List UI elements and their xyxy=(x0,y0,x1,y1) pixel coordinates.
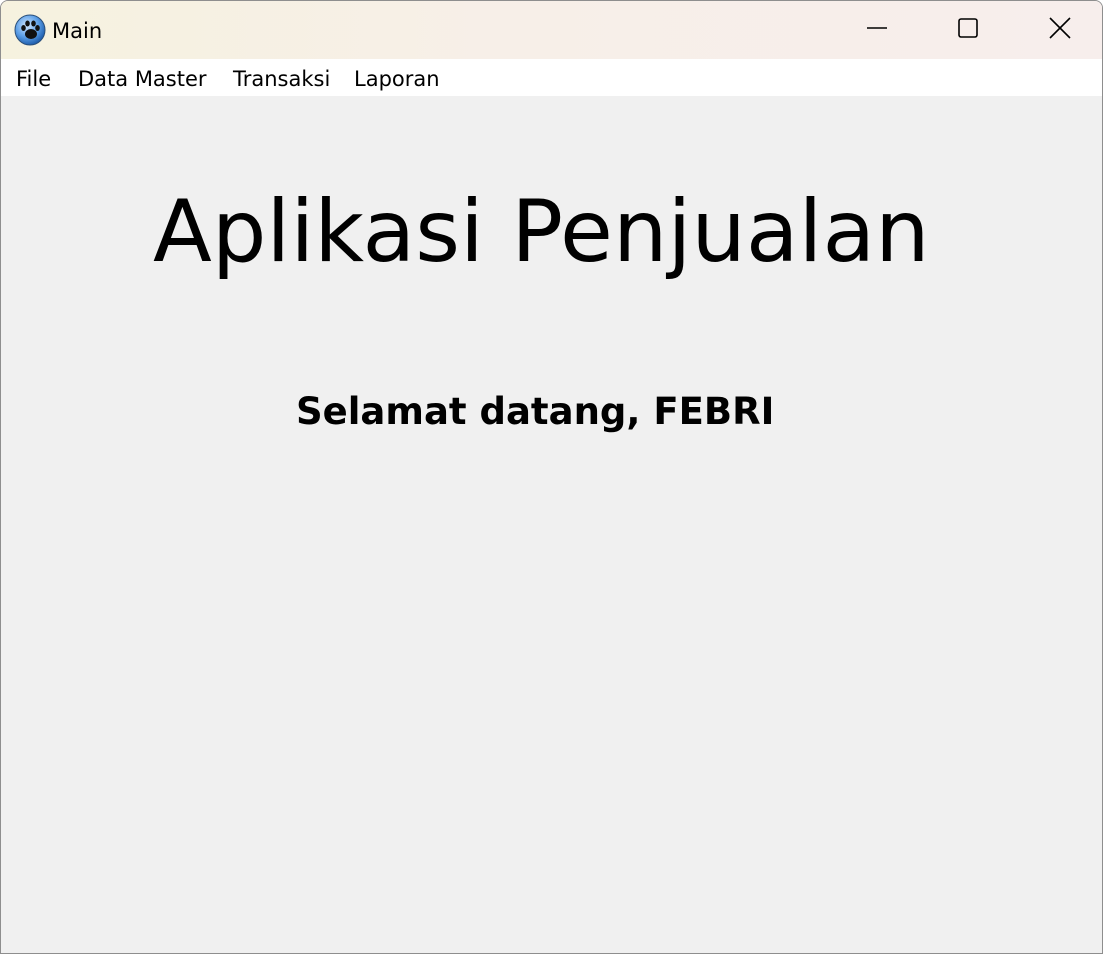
close-button[interactable] xyxy=(1014,1,1102,59)
content-area: Aplikasi Penjualan Selamat datang, FEBRI xyxy=(1,96,1102,953)
main-window: Main File Data Master Transaksi Laporan … xyxy=(0,0,1103,954)
menu-data-master[interactable]: Data Master xyxy=(78,66,207,92)
app-heading: Aplikasi Penjualan xyxy=(153,182,930,282)
minimize-icon xyxy=(866,17,888,43)
menu-transaksi[interactable]: Transaksi xyxy=(233,66,330,92)
minimize-button[interactable] xyxy=(831,1,923,59)
window-title: Main xyxy=(52,19,103,43)
maximize-button[interactable] xyxy=(922,1,1014,59)
menu-file[interactable]: File xyxy=(16,66,51,92)
maximize-icon xyxy=(957,17,979,43)
paw-icon xyxy=(14,14,46,46)
menu-bar: File Data Master Transaksi Laporan xyxy=(1,59,1102,96)
close-icon xyxy=(1048,16,1072,44)
menu-laporan[interactable]: Laporan xyxy=(354,66,440,92)
title-bar[interactable]: Main xyxy=(1,1,1102,59)
welcome-label: Selamat datang, FEBRI xyxy=(296,390,775,433)
